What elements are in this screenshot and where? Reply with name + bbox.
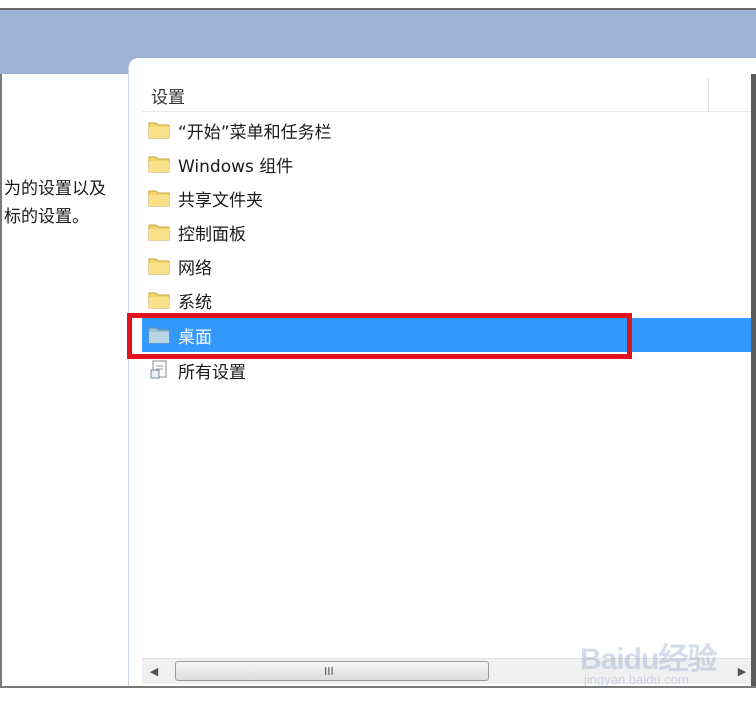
folder-icon — [148, 258, 170, 275]
window-right-border — [751, 74, 756, 686]
list-item-label: 系统 — [178, 293, 212, 313]
description-line-1: 为的设置以及 — [4, 179, 106, 199]
list-item-all-settings[interactable]: 所有设置 — [142, 353, 756, 387]
list-item-label: 控制面板 — [178, 225, 246, 245]
folder-icon — [148, 190, 170, 207]
list-item-network[interactable]: 网络 — [142, 249, 756, 283]
list-item-label: 所有设置 — [178, 363, 246, 383]
list-item-label: 桌面 — [178, 328, 212, 348]
list-item-shared-folders[interactable]: 共享文件夹 — [142, 181, 756, 215]
folder-icon — [148, 292, 170, 309]
grip-icon: III — [324, 665, 334, 678]
window-top-border — [0, 0, 756, 10]
list-item-label: 网络 — [178, 259, 212, 279]
column-header-settings[interactable]: 设置 — [142, 78, 756, 112]
description-line-2: 标的设置。 — [4, 207, 89, 227]
list-item-windows-components[interactable]: Windows 组件 — [142, 147, 756, 181]
list-item-desktop[interactable]: 桌面 — [142, 318, 756, 352]
watermark-logo: Baidu经验 jingyan.baidu.com — [580, 628, 730, 690]
list-item-label: “开始”菜单和任务栏 — [178, 123, 332, 143]
list-item-label: 共享文件夹 — [178, 191, 263, 211]
settings-page-icon — [150, 360, 167, 379]
watermark-url: jingyan.baidu.com — [584, 672, 689, 687]
list-item-system[interactable]: 系统 — [142, 283, 756, 317]
scrollbar-thumb[interactable]: III — [175, 661, 489, 681]
description-pane: 为的设置以及 标的设置。 — [0, 74, 138, 686]
column-header-label: 设置 — [151, 88, 185, 108]
folder-icon — [148, 122, 170, 139]
column-divider[interactable] — [708, 78, 709, 112]
folder-icon — [148, 224, 170, 241]
folder-icon — [148, 156, 170, 173]
folder-icon — [148, 327, 170, 344]
scroll-left-arrow-icon[interactable]: ◀ — [142, 659, 166, 684]
list-item-label: Windows 组件 — [178, 157, 294, 177]
list-item-control-panel[interactable]: 控制面板 — [142, 215, 756, 249]
list-item-start-menu-taskbar[interactable]: “开始”菜单和任务栏 — [142, 113, 756, 147]
